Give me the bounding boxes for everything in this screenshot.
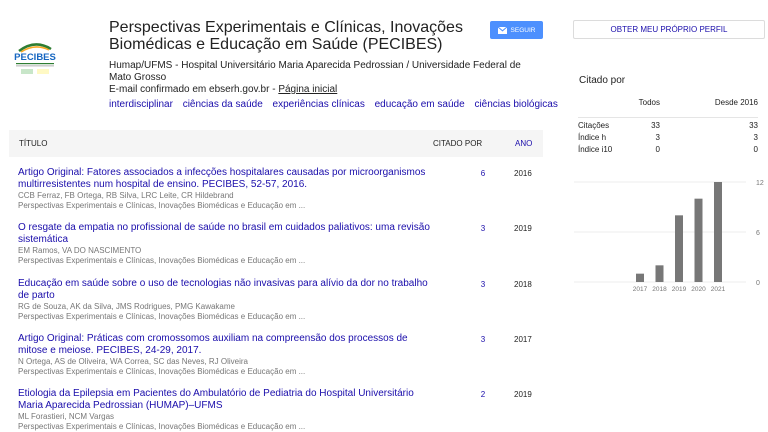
stats-col-all: Todos xyxy=(638,98,660,107)
chart-bar[interactable] xyxy=(714,182,722,282)
chart-x-tick-label: 2019 xyxy=(672,286,687,293)
research-interests: interdisciplinar ciências da saúde exper… xyxy=(109,99,565,110)
stats-all-value: 3 xyxy=(655,133,660,142)
interest-link[interactable]: interdisciplinar xyxy=(109,99,173,110)
stats-row: Citações 33 33 xyxy=(578,120,758,132)
article-cited-by-link[interactable]: 3 xyxy=(478,224,488,233)
article-title-link[interactable]: Etiologia da Epilepsia em Pacientes do A… xyxy=(18,388,438,412)
profile-affiliation: Humap/UFMS - Hospital Universitário Mari… xyxy=(109,60,521,83)
chart-bar[interactable] xyxy=(636,273,644,282)
citations-bar-chart: 0 6 12 2017 2018 2019 2020 2021 xyxy=(574,180,764,293)
chart-y-tick-label: 12 xyxy=(756,180,764,187)
article-venue: Perspectivas Experimentais e Clínicas, I… xyxy=(18,367,306,376)
follow-label: SEGUIR xyxy=(510,26,536,34)
article-row: Artigo Original: Fatores associados a in… xyxy=(18,167,543,211)
stats-header-row: Todos Desde 2016 xyxy=(578,97,758,118)
article-year: 2019 xyxy=(514,224,532,233)
chart-y-tick-label: 6 xyxy=(756,230,760,237)
article-cited-by-link[interactable]: 6 xyxy=(478,169,488,178)
article-venue: Perspectivas Experimentais e Clínicas, I… xyxy=(18,201,306,210)
stats-all-value: 33 xyxy=(651,121,660,130)
stats-all-value: 0 xyxy=(655,145,660,154)
article-cited-by-link[interactable]: 3 xyxy=(478,280,488,289)
articles-table-header: TÍTULO CITADO POR ANO xyxy=(9,130,543,157)
article-authors: ML Forastieri, NCM Vargas xyxy=(18,412,115,421)
article-year: 2017 xyxy=(514,335,532,344)
profile-name: Perspectivas Experimentais e Clínicas, I… xyxy=(109,19,463,53)
interest-link[interactable]: experiências clínicas xyxy=(273,99,365,110)
cited-by-heading: Citado por xyxy=(579,75,626,86)
chart-x-tick-label: 2020 xyxy=(691,286,706,293)
chart-bar[interactable] xyxy=(655,265,664,282)
follow-button[interactable]: SEGUIR xyxy=(490,21,543,39)
article-authors: N Ortega, AS de Oliveira, WA Correa, SC … xyxy=(18,357,249,366)
article-venue: Perspectivas Experimentais e Clínicas, I… xyxy=(18,422,306,431)
article-title-link[interactable]: Artigo Original: Fatores associados a in… xyxy=(18,167,438,191)
interest-link[interactable]: ciências biológicas xyxy=(474,99,557,110)
stats-since-value: 3 xyxy=(753,133,758,142)
email-verification: E-mail confirmado em ebserh.gov.br - Pág… xyxy=(109,84,337,95)
article-cited-by-link[interactable]: 2 xyxy=(478,390,488,399)
profile-logo: PECIBES xyxy=(13,37,57,81)
stats-col-since: Desde 2016 xyxy=(714,98,758,107)
stats-row: Índice i10 0 0 xyxy=(578,144,758,156)
get-own-profile-button[interactable]: OBTER MEU PRÓPRIO PERFIL xyxy=(573,20,765,39)
article-cited-by-link[interactable]: 3 xyxy=(478,335,488,344)
article-authors: RG de Souza, AK da Silva, JMS Rodrigues,… xyxy=(18,302,235,311)
article-title-link[interactable]: Artigo Original: Práticas com cromossomo… xyxy=(18,333,438,357)
article-title-link[interactable]: Educação em saúde sobre o uso de tecnolo… xyxy=(18,278,438,302)
article-year: 2018 xyxy=(514,280,532,289)
chart-bar[interactable] xyxy=(694,198,703,282)
article-row: Educação em saúde sobre o uso de tecnolo… xyxy=(18,278,543,322)
article-row: Etiologia da Epilepsia em Pacientes do A… xyxy=(18,388,543,432)
stats-label: Citações xyxy=(578,121,610,130)
chart-bar[interactable] xyxy=(675,215,683,282)
article-row: O resgate da empatia no profissional de … xyxy=(18,222,543,266)
verified-email-text: E-mail confirmado em ebserh.gov.br xyxy=(109,84,270,95)
citations-per-year-chart: 0 6 12 2017 2018 2019 2020 2021 xyxy=(570,172,765,297)
chart-x-tick-label: 2018 xyxy=(652,286,667,293)
chart-x-tick-label: 2021 xyxy=(711,286,726,293)
interest-link[interactable]: educação em saúde xyxy=(375,99,465,110)
stats-since-value: 33 xyxy=(749,121,758,130)
article-authors: CCB Ferraz, FB Ortega, RB Silva, LRC Lei… xyxy=(18,191,234,200)
citation-stats-table: Todos Desde 2016 Citações 33 33 Índice h… xyxy=(578,97,758,156)
column-year-header[interactable]: ANO xyxy=(515,139,532,148)
stats-row: Índice h 3 3 xyxy=(578,132,758,144)
article-year: 2016 xyxy=(514,169,532,178)
article-year: 2019 xyxy=(514,390,532,399)
envelope-icon xyxy=(497,26,507,34)
column-title-header[interactable]: TÍTULO xyxy=(19,139,47,148)
homepage-link[interactable]: Página inicial xyxy=(278,84,337,95)
logo-text: PECIBES xyxy=(14,52,56,63)
article-authors: EM Ramos, VA DO NASCIMENTO xyxy=(18,246,142,255)
pecibes-logo-icon: PECIBES xyxy=(14,43,56,74)
column-cited-header[interactable]: CITADO POR xyxy=(433,139,482,148)
stats-label: Índice i10 xyxy=(578,145,613,154)
article-title-link[interactable]: O resgate da empatia no profissional de … xyxy=(18,222,438,246)
interest-link[interactable]: ciências da saúde xyxy=(183,99,263,110)
stats-label: Índice h xyxy=(578,133,607,142)
article-venue: Perspectivas Experimentais e Clínicas, I… xyxy=(18,256,306,265)
article-row: Artigo Original: Práticas com cromossomo… xyxy=(18,333,543,377)
article-venue: Perspectivas Experimentais e Clínicas, I… xyxy=(18,312,306,321)
stats-since-value: 0 xyxy=(753,145,758,154)
chart-x-tick-label: 2017 xyxy=(633,286,648,293)
chart-y-tick-label: 0 xyxy=(756,280,760,287)
email-separator: - xyxy=(269,84,279,95)
